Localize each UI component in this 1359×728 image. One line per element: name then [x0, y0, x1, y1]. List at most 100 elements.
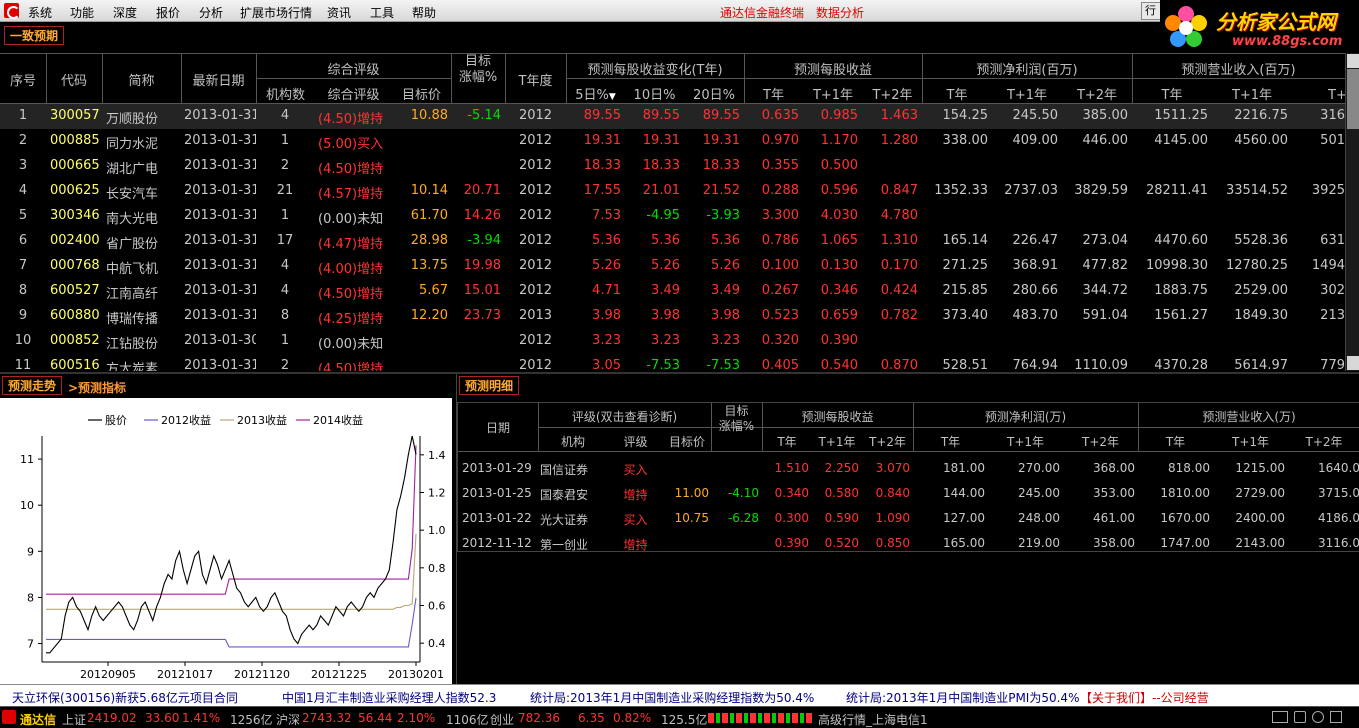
header-5d[interactable]: 5日%▼ [566, 84, 625, 103]
table-row[interactable]: 4 000625 长安汽车 2013-01-31 21 (4.57)增持 10.14 20.7… [0, 179, 1345, 204]
sh-index-label[interactable]: 上证 [62, 711, 86, 728]
detail-header-eps-t1[interactable]: T+1年 [812, 433, 862, 450]
table-row[interactable]: 1 300057 万顺股份 2013-01-31 4 (4.50)增持 10.88 -5.14… [0, 104, 1345, 129]
header-profit-t2[interactable]: T+2年 [1062, 84, 1132, 103]
detail-header-profit-t1[interactable]: T+1年 [988, 433, 1063, 450]
scroll-thumb[interactable] [1347, 69, 1359, 129]
cell-name: 同力水泥 [106, 137, 159, 152]
scroll-up-icon[interactable] [1347, 54, 1359, 68]
detail-header-rev-t1[interactable]: T+1年 [1213, 433, 1288, 450]
detail-header-profit-t2[interactable]: T+2年 [1063, 433, 1138, 450]
cell-rating: (4.50)增持 [318, 287, 384, 302]
header-profit-t1[interactable]: T+1年 [992, 84, 1062, 103]
header-target-price[interactable]: 目标价 [392, 84, 451, 103]
header-date[interactable]: 最新日期 [181, 70, 256, 89]
menu-help[interactable]: 帮助 [412, 4, 436, 21]
detail-header-eps-t2[interactable]: T+2年 [862, 433, 913, 450]
news-item[interactable]: 统计局:2013年1月中国制造业采购经理指数为50.4% [530, 689, 814, 706]
table-row[interactable]: 7 000768 中航飞机 2013-01-31 4 (4.00)增持 13.75 19.98… [0, 254, 1345, 279]
menu-tools[interactable]: 工具 [370, 4, 394, 21]
server-status[interactable]: 高级行情_上海电信1 [818, 711, 928, 728]
table-row[interactable]: 9 600880 博瑞传播 2013-01-31 8 (4.25)增持 12.20 23.73… [0, 304, 1345, 329]
news-item[interactable]: 【关于我们】--公司经营 [1080, 689, 1209, 706]
table-row[interactable]: 11 600516 方大炭素 2013-01-31 2 (4.50)增持 2012 3.05 -… [0, 354, 1345, 371]
mail-icon[interactable] [1272, 711, 1288, 723]
sz-index-change: 56.44 [358, 711, 393, 725]
header-target-upside[interactable]: 目标 涨幅% [451, 54, 505, 86]
header-eps-t2[interactable]: T+2年 [863, 84, 922, 103]
tab-consensus-forecast[interactable]: 一致预期 [4, 26, 65, 45]
detail-cell-date: 2012-11-12 [462, 536, 532, 550]
lock-icon[interactable] [1294, 711, 1306, 723]
table-scrollbar[interactable] [1345, 53, 1359, 371]
menu-function[interactable]: 功能 [70, 4, 94, 21]
menu-news[interactable]: 资讯 [327, 4, 351, 21]
header-10d[interactable]: 10日% [625, 84, 684, 103]
detail-header-eps-t[interactable]: T年 [762, 433, 812, 450]
menu-extended-market[interactable]: 扩展市场行情 [240, 4, 312, 21]
detail-header-org[interactable]: 机构 [538, 433, 608, 450]
tab-forecast-detail[interactable]: 预测明细 [459, 376, 520, 395]
header-eps-t[interactable]: T年 [744, 84, 803, 103]
x-tick-label: 20130201 [388, 668, 444, 681]
detail-header-rating[interactable]: 评级 [608, 433, 663, 450]
tab-forecast-trend[interactable]: 预测走势 [2, 376, 63, 395]
header-name[interactable]: 简称 [102, 70, 181, 89]
detail-row[interactable]: 2013-01-22 光大证券 买入 10.75 -6.28 0.300 0.590 1.09… [458, 507, 1359, 532]
brand-label: 通达信 [20, 713, 57, 727]
table-row[interactable]: 5 300346 南大光电 2013-01-31 1 (0.00)未知 61.70 14.26… [0, 204, 1345, 229]
detail-header-upside[interactable]: 目标 涨幅% [711, 404, 762, 434]
cell-name: 长安汽车 [106, 187, 159, 202]
detail-header-rev-t2[interactable]: T+2年 [1288, 433, 1359, 450]
header-seq[interactable]: 序号 [0, 70, 46, 89]
news-item[interactable]: 天立环保(300156)新获5.68亿元项目合同 [12, 689, 238, 706]
table-row[interactable]: 8 600527 江南高纤 2013-01-31 4 (4.50)增持 5.67 15.01 2… [0, 279, 1345, 304]
cell-code: 000768 [50, 258, 100, 273]
cell-code: 000885 [50, 133, 100, 148]
sh-index-pct: 1.41% [182, 711, 221, 725]
detail-row[interactable]: 2013-01-29 国信证券 买入 1.510 2.250 3.070 181.00 270… [458, 457, 1359, 482]
cell-date: 2013-01-31 [184, 308, 256, 323]
tab-forecast-indicator[interactable]: >预测指标 [68, 379, 126, 396]
scroll-down-icon[interactable] [1347, 356, 1359, 370]
table-row[interactable]: 6 002400 省广股份 2013-01-31 17 (4.47)增持 28.98 -3.9… [0, 229, 1345, 254]
detail-row[interactable]: 2012-11-12 第一创业 增持 0.390 0.520 0.850 165.00 219… [458, 532, 1359, 557]
header-profit-group: 预测净利润(百万) [976, 63, 1078, 78]
sz-index-label[interactable]: 沪深 [276, 711, 300, 728]
news-item[interactable]: 统计局:2013年1月中国制造业PMI为50.4% [846, 689, 1079, 706]
detail-row[interactable]: 2013-01-25 国泰君安 增持 11.00 -4.10 0.340 0.580 0.84… [458, 482, 1359, 507]
header-eps-t1[interactable]: T+1年 [803, 84, 863, 103]
settings-icon[interactable] [1312, 711, 1324, 723]
news-item[interactable]: 中国1月汇丰制造业采购经理人指数52.3 [282, 689, 496, 706]
header-rev-t2[interactable]: T+2年 [1292, 84, 1345, 103]
cell-year: 2012 [518, 358, 553, 371]
header-rating[interactable]: 综合评级 [315, 84, 392, 103]
table-row[interactable]: 3 000665 湖北广电 2013-01-31 2 (4.50)增持 2012 18.33 1… [0, 154, 1345, 179]
menu-system[interactable]: 系统 [28, 4, 52, 21]
cy-index-label[interactable]: 创业 [490, 711, 514, 728]
detail-cell-e0: 0.390 [774, 536, 809, 550]
detail-header-tp[interactable]: 目标价 [663, 433, 711, 450]
table-row[interactable]: 2 000885 同力水泥 2013-01-31 1 (5.00)买入 2012 19.31 1… [0, 129, 1345, 154]
cell-date: 2013-01-31 [184, 208, 256, 223]
header-org-count[interactable]: 机构数 [256, 84, 315, 103]
header-year[interactable]: T年度 [505, 70, 566, 89]
detail-header-profit-t[interactable]: T年 [913, 433, 988, 450]
y-right-tick-label: 1.0 [428, 524, 446, 537]
header-rev-t1[interactable]: T+1年 [1212, 84, 1292, 103]
header-profit-t[interactable]: T年 [922, 84, 992, 103]
cell-d10: 19.31 [642, 133, 680, 148]
legend-label: 股价 [105, 414, 127, 427]
promo-terminal-link[interactable]: 通达信金融终端 [720, 4, 804, 21]
promo-data-link[interactable]: 数据分析 [816, 4, 864, 21]
menu-analysis[interactable]: 分析 [199, 4, 223, 21]
header-rev-t[interactable]: T年 [1132, 84, 1212, 103]
menu-quote[interactable]: 报价 [156, 4, 180, 21]
detail-header-rev-t[interactable]: T年 [1138, 433, 1213, 450]
table-row[interactable]: 10 000852 江钻股份 2013-01-30 1 (0.00)未知 2012 3.23 3… [0, 329, 1345, 354]
menu-depth[interactable]: 深度 [113, 4, 137, 21]
header-code[interactable]: 代码 [46, 70, 102, 89]
header-20d[interactable]: 20日% [684, 84, 744, 103]
detail-header-date[interactable]: 日期 [458, 419, 538, 436]
window-icon[interactable] [1330, 711, 1342, 723]
